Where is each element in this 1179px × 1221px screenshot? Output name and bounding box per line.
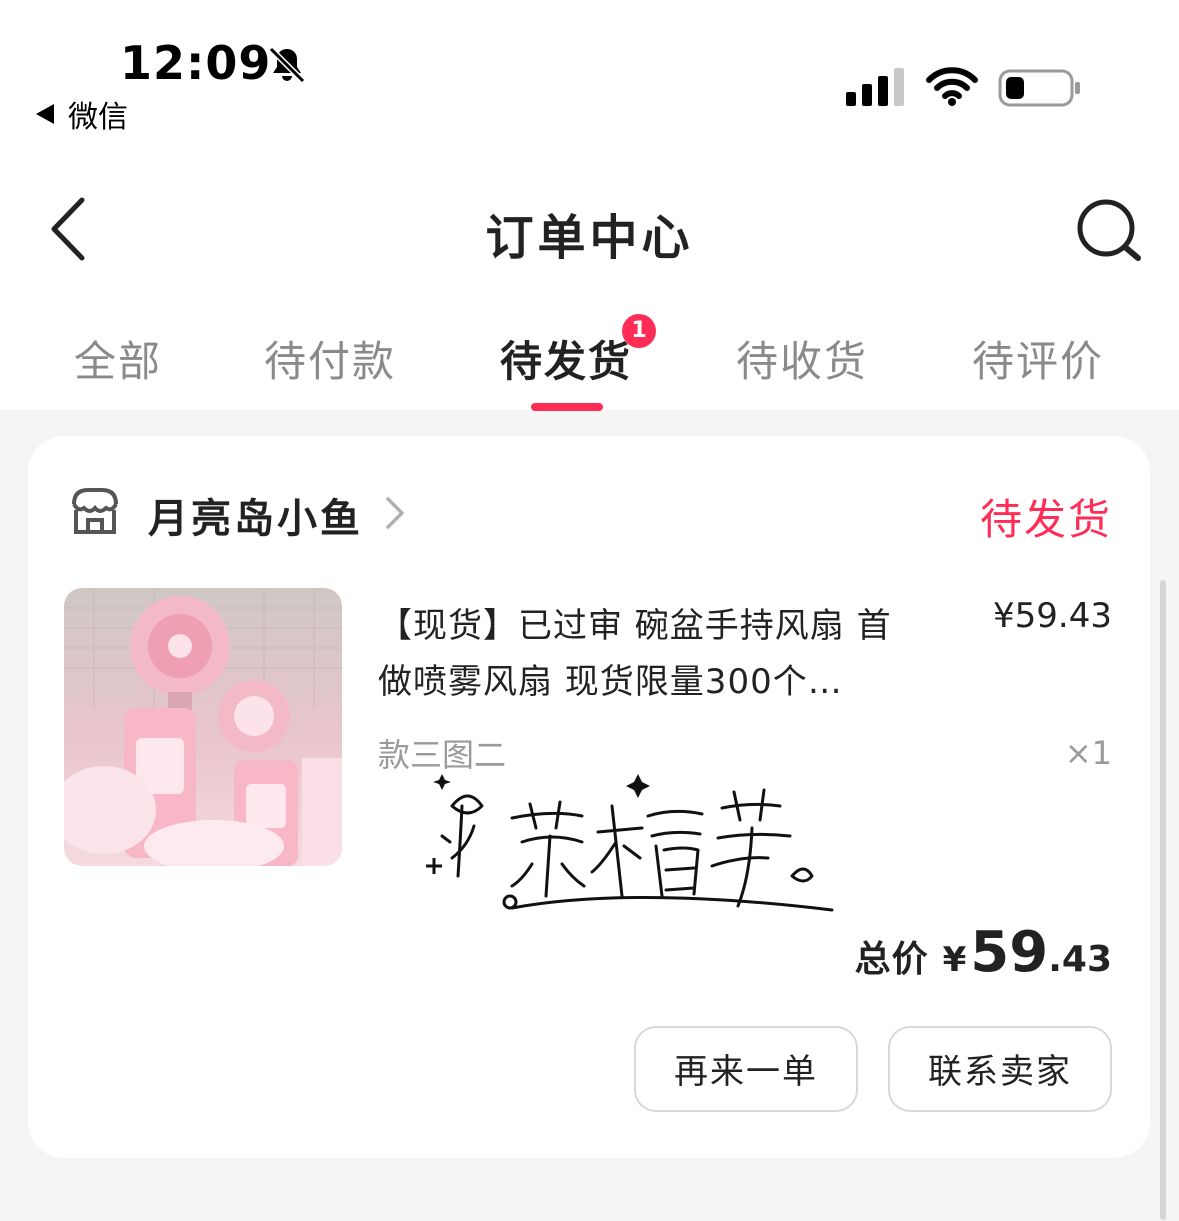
order-status: 待发货 — [979, 495, 1112, 544]
total-label: 总价 — [854, 939, 929, 980]
search-icon[interactable] — [1074, 198, 1144, 264]
total-decimal: .43 — [1048, 939, 1112, 980]
product-quantity: ×1 — [1064, 734, 1112, 772]
total-currency: ¥ — [942, 940, 967, 980]
back-app-label: 微信 — [68, 100, 128, 135]
tab-badge: 1 — [622, 314, 656, 348]
reorder-button[interactable]: 再来一单 — [634, 1026, 858, 1112]
bell-muted-icon — [268, 46, 306, 84]
chevron-right-icon[interactable] — [384, 496, 406, 530]
wifi-icon — [926, 67, 978, 106]
page-title: 订单中心 — [485, 210, 694, 266]
total-integer: 59 — [970, 920, 1049, 985]
tab-pending-payment[interactable]: 待付款 — [264, 328, 396, 389]
contact-seller-button[interactable]: 联系卖家 — [888, 1026, 1112, 1112]
cellular-signal-icon — [846, 68, 904, 106]
tab-all[interactable]: 全部 — [74, 328, 162, 389]
product-title[interactable]: 【现货】已过审 碗盆手持风扇 首做喷雾风扇 现货限量300个… — [378, 598, 918, 710]
back-to-app-link[interactable]: 微信 — [36, 92, 128, 136]
order-card[interactable]: 月亮岛小鱼 待发货 【现货】已过审 碗盆手持风扇 首做喷雾风扇 现货限量300个… — [28, 436, 1150, 1158]
status-time: 12:09 — [120, 36, 272, 90]
product-image[interactable] — [64, 588, 342, 866]
scrollbar[interactable] — [1160, 580, 1166, 1220]
tab-pending-shipment[interactable]: 待发货 — [500, 328, 632, 389]
tab-pending-review[interactable]: 待评价 — [972, 328, 1104, 389]
order-tabs: 全部 待付款 待发货 1 待收货 待评价 — [0, 314, 1179, 411]
unit-price: ¥59.43 — [993, 596, 1112, 636]
header-area: 12:09 微信 订单中心 全部 待付款 待发货 1 待收货 待评价 — [0, 0, 1179, 411]
active-tab-indicator — [531, 403, 603, 411]
signature-decoration — [426, 774, 834, 912]
tab-pending-receipt[interactable]: 待收货 — [736, 328, 868, 389]
order-total: 总价 ¥ 59 .43 — [855, 920, 1112, 985]
battery-icon — [998, 69, 1080, 107]
back-triangle-icon — [36, 104, 54, 124]
shop-name[interactable]: 月亮岛小鱼 — [148, 486, 363, 544]
shop-icon — [72, 488, 118, 534]
